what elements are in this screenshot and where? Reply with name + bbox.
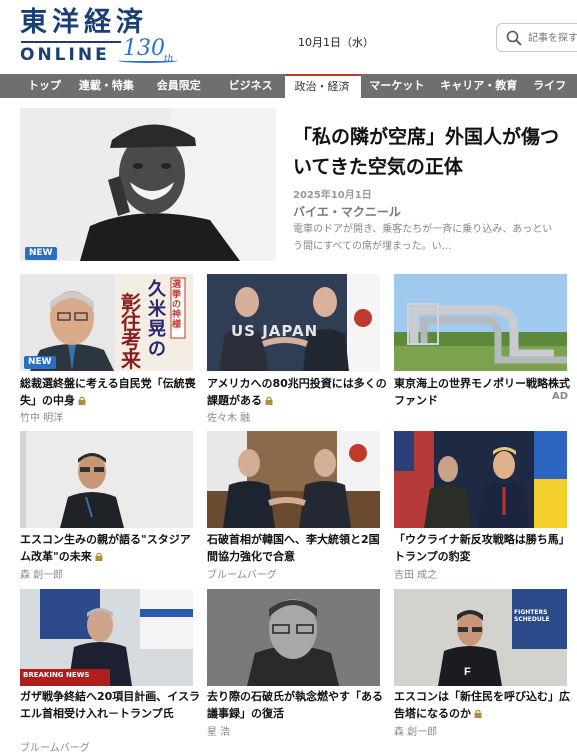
card-photo-6: [394, 431, 567, 528]
card-title-8[interactable]: 去り際の石破氏が執念燃やす「ある議事録」の復活: [207, 688, 387, 722]
card-title-text: エスコン生みの親が語る"スタジアム改革"の未来: [20, 533, 191, 563]
logo-swoosh: [118, 58, 178, 63]
card-author-5[interactable]: ブルームバーグ: [207, 566, 277, 581]
site-logo[interactable]: 東洋経済 ONLINE 130 th: [18, 8, 178, 68]
ad-label: AD: [552, 391, 569, 402]
card-image-2[interactable]: US JAPAN: [207, 274, 380, 371]
search-box[interactable]: [496, 23, 577, 52]
card-photo-5: [207, 431, 380, 528]
card-title-5[interactable]: 石破首相が韓国へ、李大統領と2国間協力強化で合意: [207, 531, 387, 565]
hero-image[interactable]: NEW: [20, 108, 276, 261]
nav-item-career[interactable]: キャリア・教育: [436, 74, 533, 98]
card-image-8[interactable]: [207, 589, 380, 686]
new-badge: NEW: [25, 247, 57, 260]
hero-title[interactable]: 「私の隣が空席」外国人が傷ついてきた空気の正体: [293, 122, 561, 182]
lock-icon: [78, 396, 86, 405]
japan-backdrop-text: US JAPAN: [231, 322, 319, 340]
hero-excerpt: 電車のドアが開き、乗客たちが一斉に乗り込み、あっという間にすべての席が埋まった。…: [293, 224, 553, 252]
card-author-6[interactable]: 吉田 成之: [394, 566, 437, 581]
card-title-2[interactable]: アメリカへの80兆円投資には多くの課題がある: [207, 375, 387, 409]
card-author-9[interactable]: 森 創一郎: [394, 723, 437, 738]
card-image-3[interactable]: [394, 274, 567, 371]
card-image-9[interactable]: F FIGHTERS SCHEDULE: [394, 589, 567, 686]
nav-item-business[interactable]: ビジネス: [225, 74, 285, 98]
nav-item-top[interactable]: トップ: [0, 74, 79, 98]
card-author-8[interactable]: 星 浩: [207, 723, 230, 738]
card-title-4[interactable]: エスコン生みの親が語る"スタジアム改革"の未来: [20, 531, 200, 565]
search-input[interactable]: [528, 30, 577, 46]
nav-item-politics-economy[interactable]: 政治・経済: [284, 74, 362, 98]
main-nav: トップ 連載・特集 会員限定 ビジネス 政治・経済 マーケット キャリア・教育 …: [0, 74, 577, 98]
card-photo-3: [394, 274, 567, 371]
lock-icon: [265, 396, 273, 405]
card-image-1[interactable]: 選挙の神様 久米晃の 彰往考来 NEW: [20, 274, 193, 371]
card-author-4[interactable]: 森 創一郎: [20, 566, 63, 581]
hero-date: 2025年10月1日: [293, 190, 372, 201]
card-title-text: アメリカへの80兆円投資には多くの課題がある: [207, 377, 387, 407]
card-author-1[interactable]: 竹中 明洋: [20, 409, 63, 424]
nav-item-series[interactable]: 連載・特集: [79, 74, 157, 98]
lock-icon: [474, 709, 482, 718]
card-title-7[interactable]: ガザ戦争終結へ20項目計画、イスラエル首相受け入れ－トランプ氏: [20, 688, 200, 722]
card-image-4[interactable]: [20, 431, 193, 528]
site-header: 東洋経済 ONLINE 130 th 10月1日（水）: [0, 0, 577, 74]
logo-rule: [21, 41, 121, 43]
card-image-5[interactable]: [207, 431, 380, 528]
search-icon[interactable]: [506, 30, 522, 46]
card-photo-8: [207, 589, 380, 686]
book-series-label: 選挙の神様: [172, 280, 182, 330]
card-title-text: 総裁選終盤に考える自民党「伝統喪失」の中身: [20, 377, 196, 407]
hero-photo: [20, 108, 276, 261]
card-title-6[interactable]: 「ウクライナ新反攻戦略は勝ち馬」トランプの豹変: [394, 531, 574, 565]
card-author-2[interactable]: 佐々木 融: [207, 409, 250, 424]
card-image-7[interactable]: BREAKING NEWS: [20, 589, 193, 686]
hero-author[interactable]: バイエ・マクニール: [293, 203, 401, 220]
nav-item-life[interactable]: ライフ: [533, 74, 577, 98]
card-title-1[interactable]: 総裁選終盤に考える自民党「伝統喪失」の中身: [20, 375, 200, 409]
book-title-2: 彰往考来: [121, 291, 141, 371]
new-badge: NEW: [24, 356, 56, 369]
tv-caption: BREAKING NEWS: [23, 671, 90, 679]
svg-text:F: F: [464, 666, 471, 678]
card-photo-9: F: [394, 589, 567, 686]
card-author-7[interactable]: ブルームバーグ: [20, 739, 90, 753]
card-photo-4: [20, 431, 193, 528]
card-image-6[interactable]: [394, 431, 567, 528]
current-date: 10月1日（水）: [298, 36, 374, 49]
book-title-1: 久米晃の: [148, 279, 166, 360]
nav-item-members[interactable]: 会員限定: [157, 74, 225, 98]
banner-text: FIGHTERS SCHEDULE: [514, 609, 550, 623]
card-title-3[interactable]: 東京海上の世界モノポリー戦略株式ファンド: [394, 375, 574, 409]
card-title-text: エスコンは「新住民を呼び込む」広告塔になるのか: [394, 690, 570, 720]
lock-icon: [95, 552, 103, 561]
logo-online: ONLINE: [20, 45, 110, 65]
logo-kanji: 東洋経済: [20, 7, 148, 38]
nav-item-market[interactable]: マーケット: [361, 74, 436, 98]
card-title-9[interactable]: エスコンは「新住民を呼び込む」広告塔になるのか: [394, 688, 574, 722]
